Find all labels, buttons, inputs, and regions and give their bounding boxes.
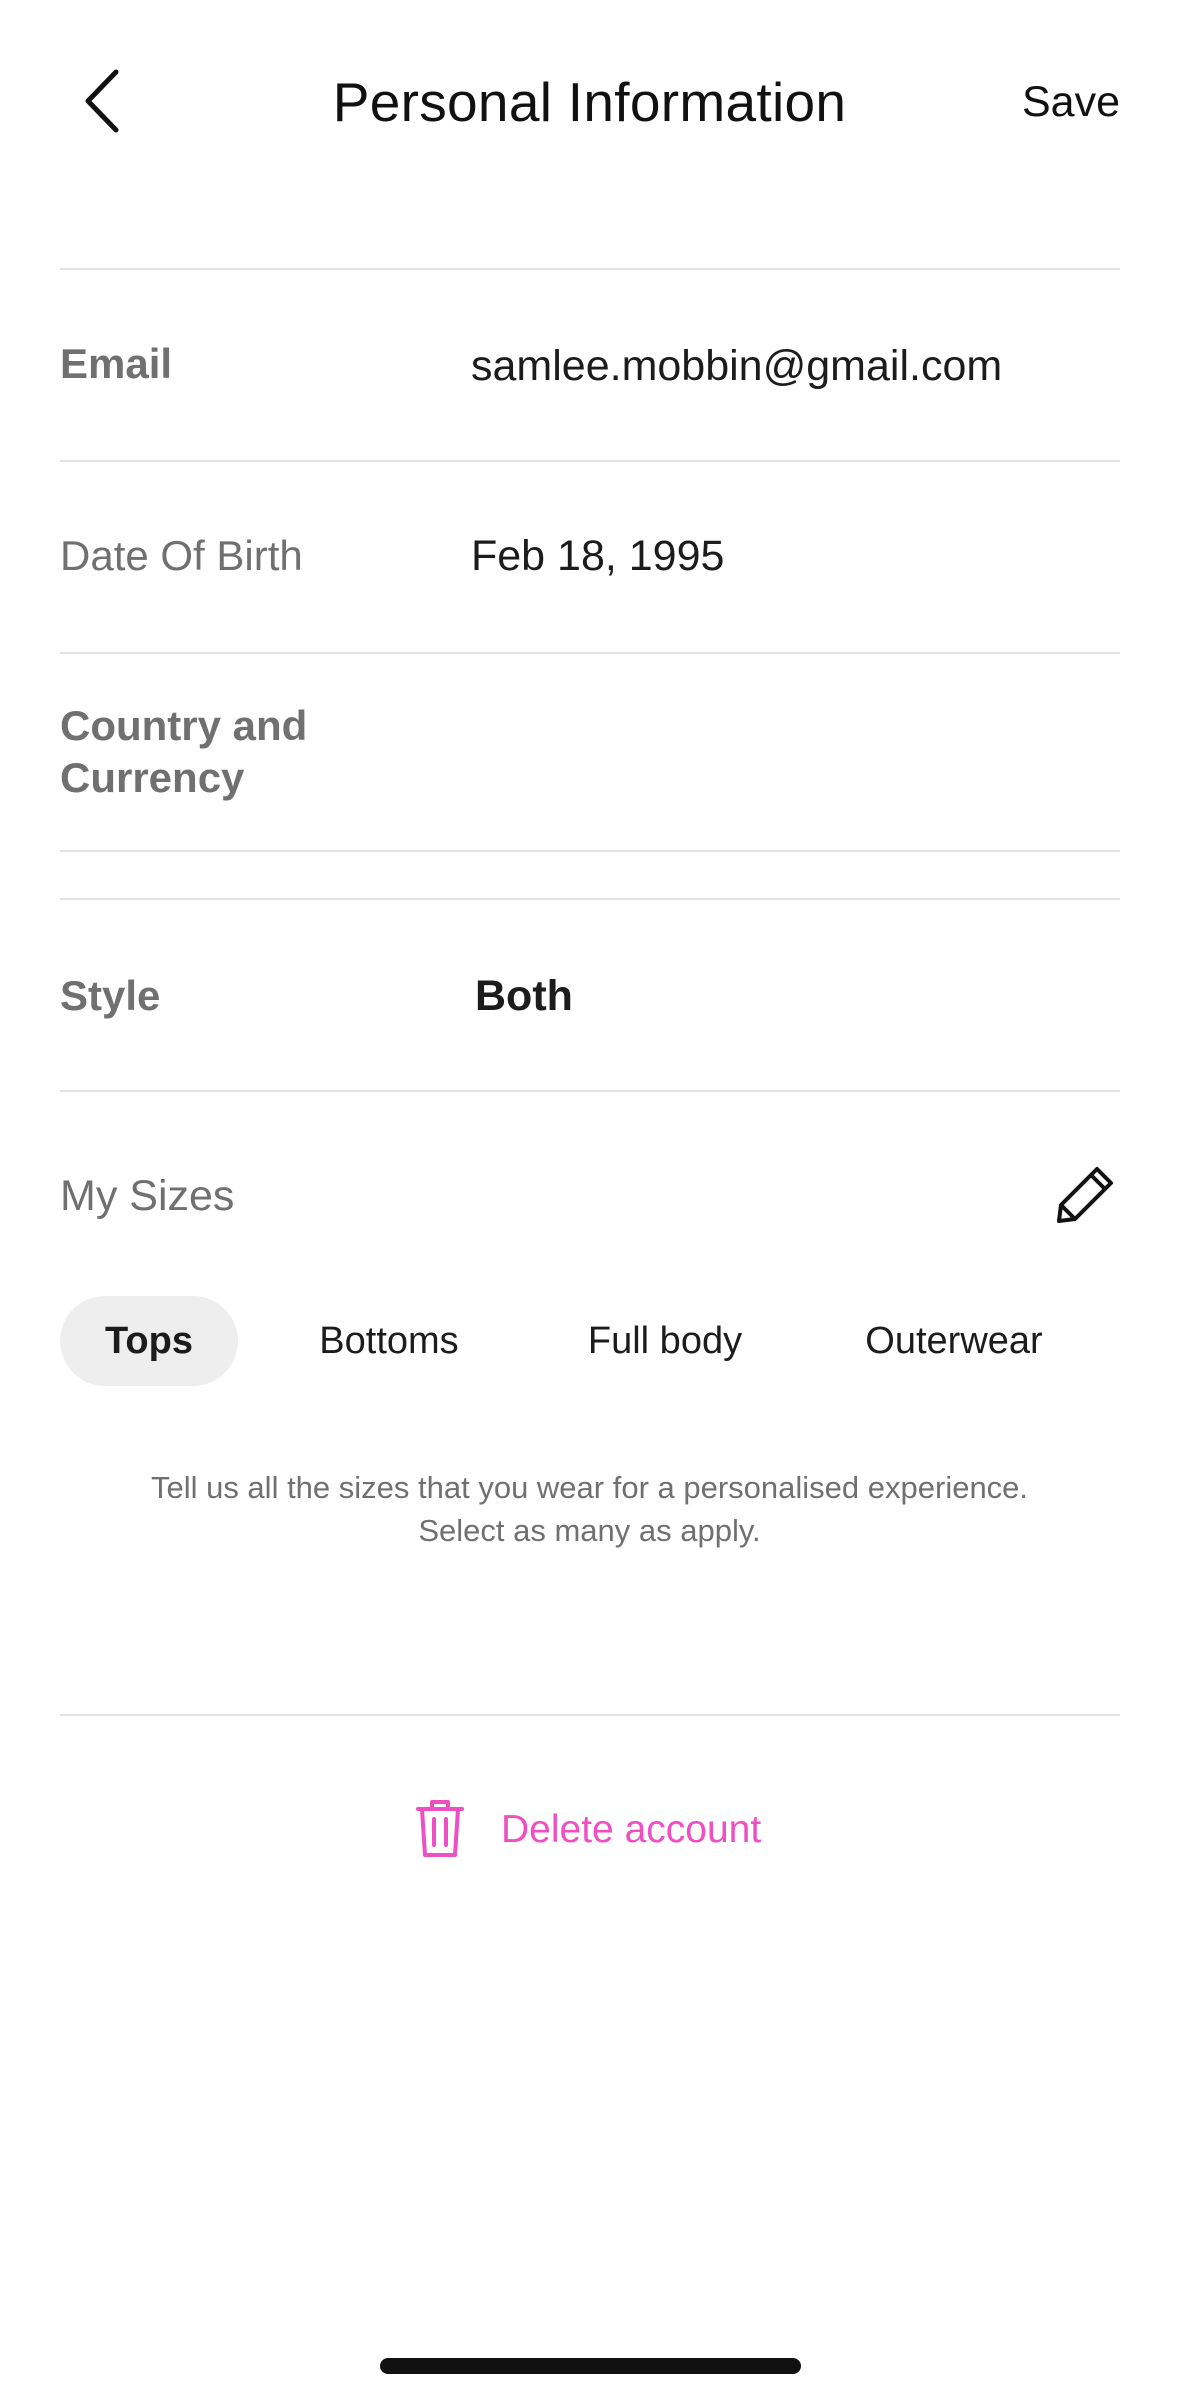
sizes-helper-line1: Tell us all the sizes that you wear for …	[150, 1470, 1029, 1505]
edit-sizes-button[interactable]	[1055, 1163, 1117, 1225]
page-title: Personal Information	[332, 71, 847, 133]
tab-bottoms[interactable]: Bottoms	[280, 1296, 498, 1386]
tab-outerwear[interactable]: Outerwear	[832, 1296, 1076, 1386]
email-row[interactable]: Email samlee.mobbin@gmail.com	[60, 268, 1120, 460]
pencil-icon	[1057, 1167, 1113, 1223]
email-value: samlee.mobbin@gmail.com	[471, 342, 1003, 390]
divider	[60, 1714, 1120, 1716]
style-label: Style	[60, 972, 161, 1019]
country-currency-row[interactable]: Country and Currency	[60, 652, 1120, 850]
home-indicator[interactable]	[380, 2358, 801, 2374]
trash-icon	[416, 1800, 464, 1857]
tab-full-body[interactable]: Full body	[550, 1296, 780, 1386]
sizes-helper-line2: Select as many as apply.	[418, 1513, 761, 1548]
sizes-helper-text: Tell us all the sizes that you wear for …	[0, 1466, 1179, 1552]
style-row[interactable]: Style Both	[60, 898, 1120, 1090]
my-sizes-label: My Sizes	[60, 1172, 235, 1220]
country-currency-label-line1: Country and	[60, 702, 308, 749]
delete-account-button[interactable]: Delete account	[414, 1795, 774, 1865]
email-label: Email	[60, 340, 173, 387]
date-of-birth-label: Date Of Birth	[60, 532, 303, 579]
divider	[60, 850, 1120, 852]
save-button[interactable]: Save	[1022, 70, 1120, 134]
personal-information-screen: Personal Information Save Email samlee.m…	[0, 0, 1179, 2396]
tab-tops[interactable]: Tops	[60, 1296, 238, 1386]
country-currency-label-line2: Currency	[60, 754, 245, 801]
size-category-tabs: Tops Bottoms Full body Outerwear	[60, 1296, 1120, 1386]
delete-account-label: Delete account	[501, 1808, 762, 1851]
date-of-birth-value: Feb 18, 1995	[471, 532, 725, 580]
style-value: Both	[475, 972, 573, 1020]
date-of-birth-row[interactable]: Date Of Birth Feb 18, 1995	[60, 460, 1120, 652]
divider	[60, 1090, 1120, 1092]
